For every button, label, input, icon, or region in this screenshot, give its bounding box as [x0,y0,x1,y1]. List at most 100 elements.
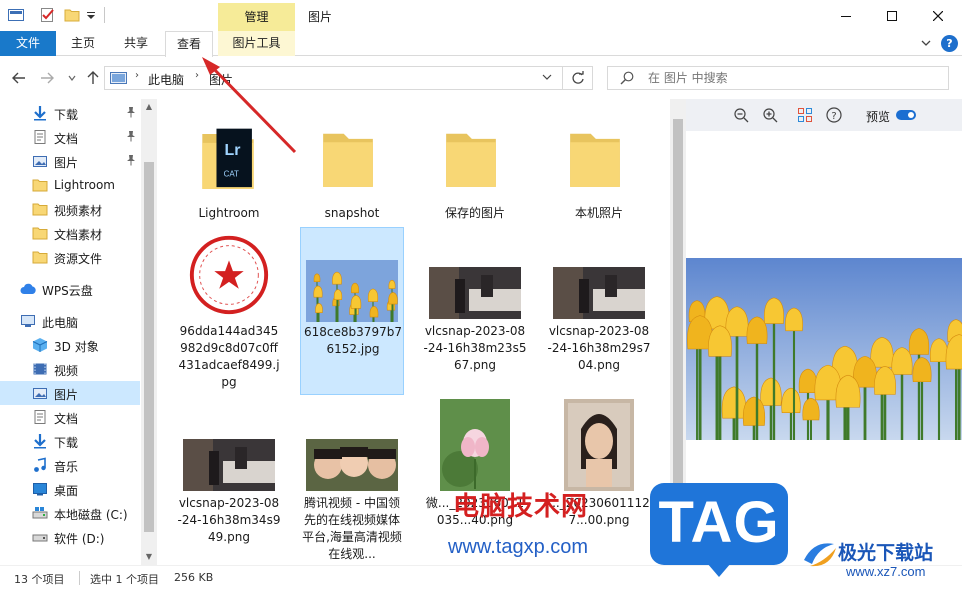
sidebar-item[interactable]: 本地磁盘 (C:) [0,501,140,525]
help-button[interactable]: ? [941,35,958,52]
file-item[interactable]: snapshot [300,111,404,223]
svg-text:Lr: Lr [224,142,240,159]
address-bar[interactable]: › 此电脑 › 图片 [104,66,563,90]
image-thumbnail [553,267,645,322]
minimize-button[interactable] [823,0,869,31]
pin-icon [127,131,135,142]
maximize-button[interactable] [869,0,915,31]
up-button[interactable] [85,70,101,86]
sidebar-item[interactable]: 图片 [0,381,140,405]
scroll-down-arrow-icon[interactable]: ▼ [670,549,686,565]
back-button[interactable] [11,70,27,86]
sidebar-item[interactable]: 下载 [0,429,140,453]
nav-scroll-thumb[interactable] [144,162,154,532]
sidebar-item[interactable]: Lightroom [0,173,140,197]
tab-file[interactable]: 文件 [0,31,56,56]
scroll-down-arrow-icon[interactable]: ▼ [141,549,157,565]
file-item[interactable]: 腾讯视频 - 中国领先的在线视频媒体平台,海量高清视频在线观... [300,399,404,564]
file-item[interactable]: vlcsnap-2023-08-24-16h38m29s704.png [547,227,651,395]
new-folder-icon[interactable] [64,8,80,22]
sidebar-item-label: 文档 [54,412,79,426]
file-scrollbar[interactable]: ▼ [670,99,686,565]
address-row: › 此电脑 › 图片 [0,57,962,99]
file-item[interactable]: vlcsnap-2023-08-24-16h38m34s949.png [177,399,281,564]
quick-access-separator [104,7,105,23]
tab-picture-tools[interactable]: 图片工具 [218,31,295,56]
image-thumbnail [564,399,634,494]
search-input[interactable] [648,67,938,89]
file-item[interactable]: 本机照片 [547,111,651,223]
file-item[interactable]: Lr CAT Lightroom [177,111,281,223]
sidebar-item[interactable]: 视频 [0,357,140,381]
file-item[interactable]: vlcsnap-2023-08-24-16h38m23s567.png [423,227,527,395]
help-circle-icon[interactable]: ? [826,107,842,123]
image-thumbnail [306,260,398,325]
sidebar-item[interactable]: 资源文件 [0,245,140,269]
file-name: 本机照片 [574,206,623,220]
address-history-dropdown[interactable] [542,72,552,85]
file-item[interactable]: 96dda144ad345982d9c8d07c0ff431adcaef8499… [177,227,281,395]
sidebar-item[interactable]: 文档 [0,405,140,429]
file-item[interactable]: 微..._202306011035...40.png [423,399,527,564]
refresh-button[interactable] [563,66,593,90]
download-arrow-icon [34,106,46,121]
pictures-icon [33,156,47,167]
search-icon [620,71,634,85]
zoom-in-icon[interactable] [762,107,778,123]
file-name: Lightroom [198,206,260,220]
expand-ribbon-chevron-icon[interactable] [920,37,932,49]
folder-icon [32,203,48,216]
scroll-up-arrow-icon[interactable]: ▲ [141,99,157,115]
sidebar-item[interactable]: 下载 [0,101,140,125]
sidebar-item-label: 此电脑 [42,316,79,330]
sidebar-item[interactable]: 此电脑 [0,309,140,333]
svg-text:CAT: CAT [224,169,239,178]
sidebar-item[interactable]: 音乐 [0,453,140,477]
cloud-icon [20,283,36,294]
zoom-out-icon[interactable] [733,107,749,123]
search-box[interactable] [607,66,949,90]
grid-view-icon[interactable] [797,107,813,123]
file-scroll-thumb[interactable] [673,119,683,499]
minimize-icon [841,15,851,17]
recent-locations-button[interactable] [64,70,80,86]
nav-scrollbar[interactable]: ▲ ▼ [141,99,157,565]
properties-checkmark-icon[interactable] [40,8,56,22]
sidebar-item[interactable]: 文档素材 [0,221,140,245]
document-icon [34,410,46,424]
preview-toggle-switch[interactable] [896,110,916,120]
file-item[interactable]: 保存的图片 [423,111,527,223]
pictures-location-icon [110,72,127,84]
image-thumbnail [183,439,275,494]
tab-home[interactable]: 主页 [60,31,106,56]
forward-arrow-icon [41,72,54,84]
tab-view[interactable]: 查看 [165,31,213,57]
pin-icon [127,107,135,118]
sidebar-item[interactable]: 3D 对象 [0,333,140,357]
preview-tulip-image [686,258,962,440]
breadcrumb-this-pc[interactable]: 此电脑 [148,71,184,88]
customize-quick-access-icon[interactable] [86,8,96,22]
preview-pane: ? 预览 [686,99,962,565]
sidebar-item[interactable]: 视频素材 [0,197,140,221]
tab-share[interactable]: 共享 [113,31,159,56]
sidebar-item[interactable]: 文档 [0,125,140,149]
document-icon [34,130,46,144]
manage-context-tab-header[interactable]: 管理 [218,3,295,31]
sidebar-item-label: 视频 [54,364,79,378]
breadcrumb-pictures[interactable]: 图片 [209,71,233,88]
folder-icon [32,179,48,192]
file-item[interactable]: ..._202306011127...00.png [547,399,651,564]
sidebar-item[interactable]: WPS云盘 [0,277,140,301]
svg-text:?: ? [831,111,836,122]
forward-button[interactable] [39,70,55,86]
status-separator [79,571,80,585]
file-name: 微..._202306011035...40.png [425,496,525,527]
sidebar-item[interactable]: 图片 [0,149,140,173]
explorer-app-icon[interactable] [8,8,24,22]
sidebar-item[interactable]: 软件 (D:) [0,525,140,549]
sidebar-item[interactable]: 桌面 [0,477,140,501]
file-item[interactable]: 618ce8b3797b76152.jpg [300,227,404,395]
close-button[interactable] [915,0,961,31]
back-arrow-icon [12,72,25,84]
